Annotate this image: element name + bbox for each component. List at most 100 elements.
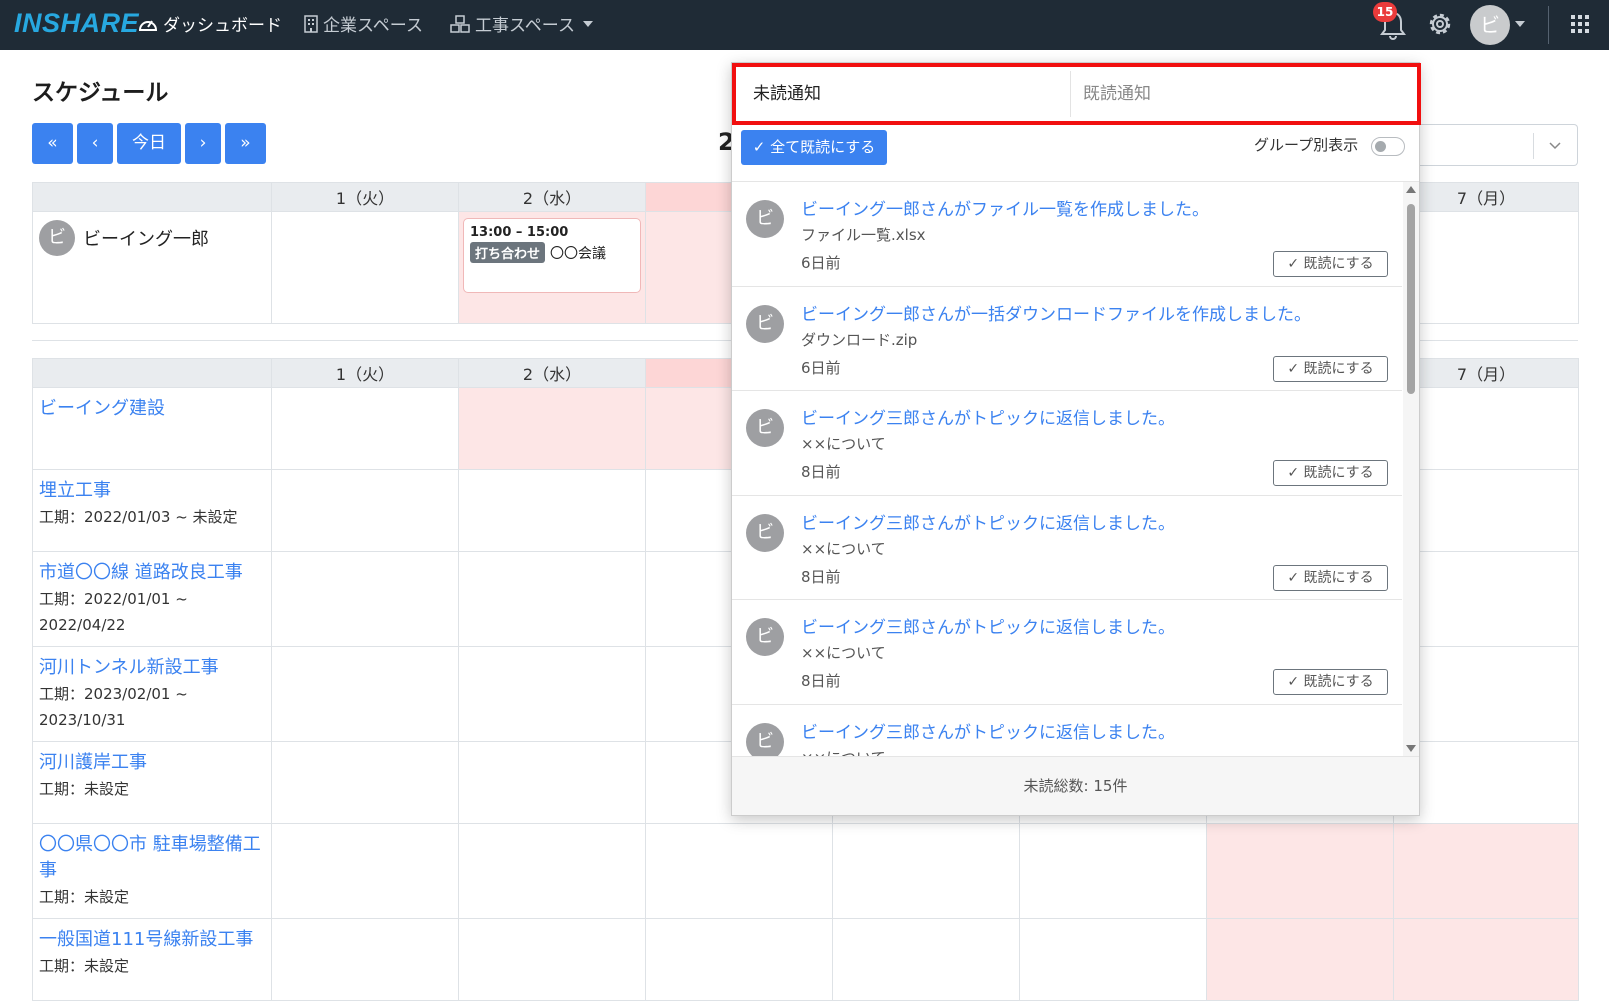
notification-time: 6日前: [801, 254, 841, 272]
notification-title-link[interactable]: ビーイング三郎さんがトピックに返信しました。: [801, 718, 1175, 743]
user-avatar[interactable]: ビ: [1470, 5, 1510, 45]
user-menu-chevron-icon[interactable]: [1515, 21, 1525, 27]
avatar: ビ: [746, 409, 784, 447]
chevron-down-icon: [1549, 142, 1561, 150]
boxes-icon: [450, 14, 470, 33]
notification-subject: ××について: [801, 539, 886, 558]
mark-read-button[interactable]: ✓ 既読にする: [1273, 669, 1388, 695]
check-icon: ✓: [1287, 569, 1300, 586]
gear-icon[interactable]: [1426, 10, 1454, 38]
notification-title-link[interactable]: ビーイング三郎さんがトピックに返信しました。: [801, 613, 1175, 638]
prev-button[interactable]: ‹: [77, 123, 113, 164]
avatar: ビ: [746, 304, 784, 343]
site-period: 工期：未設定: [39, 780, 130, 798]
scroll-down-arrow-icon[interactable]: [1406, 745, 1416, 752]
check-icon: ✓: [1287, 674, 1300, 690]
header-cell: 2（水）: [458, 358, 646, 388]
nav-construction-space[interactable]: 工事スペース: [450, 11, 593, 36]
header-cell: 7（月）: [1393, 358, 1579, 388]
mark-read-label: 既読にする: [1303, 360, 1374, 377]
table-row: 〇〇県〇〇市 駐車場整備工事 工期：未設定: [32, 823, 1579, 919]
building-icon: [304, 14, 318, 33]
site-cell: 一般国道111号線新設工事 工期：未設定: [32, 918, 272, 1001]
notification-title-link[interactable]: ビーイング三郎さんがトピックに返信しました。: [801, 404, 1175, 429]
mark-read-button[interactable]: ✓ 既読にする: [1273, 564, 1388, 591]
schedule-event[interactable]: 13:00 – 15:00 打ち合わせ 〇〇会議: [463, 218, 641, 293]
avatar: ビ: [746, 722, 784, 756]
site-link[interactable]: 一般国道111号線新設工事: [39, 927, 265, 953]
member-name-cell: ビ ビーイング一郎: [32, 211, 272, 324]
app-logo[interactable]: INSHARE: [14, 8, 139, 39]
event-line: 打ち合わせ 〇〇会議: [470, 242, 634, 263]
site-period: 工期：2023/02/01 ~ 2023/10/31: [39, 685, 188, 729]
notification-count-badge: 15: [1373, 2, 1397, 22]
apps-grid-icon[interactable]: [1571, 15, 1589, 33]
mark-read-button[interactable]: ✓ 既読にする: [1273, 460, 1388, 486]
notification-title-link[interactable]: ビーイング三郎さんがトピックに返信しました。: [801, 509, 1175, 534]
site-link[interactable]: 河川護岸工事: [39, 750, 265, 776]
group-toggle[interactable]: [1371, 137, 1405, 156]
scroll-thumb[interactable]: [1407, 204, 1415, 394]
scroll-up-arrow-icon[interactable]: [1406, 186, 1416, 193]
mark-read-label: 既読にする: [1303, 569, 1374, 586]
site-link[interactable]: 河川トンネル新設工事: [39, 655, 265, 681]
event-time: 13:00 – 15:00: [470, 225, 569, 240]
notification-title-link[interactable]: ビーイング一郎さんが一括ダウンロードファイルを作成しました。: [801, 300, 1311, 325]
tab-read[interactable]: 既読通知: [1070, 71, 1409, 117]
notification-subject: ××について: [801, 435, 886, 453]
select-divider: [1533, 133, 1534, 159]
first-button[interactable]: «: [32, 123, 73, 164]
next-button[interactable]: ›: [185, 123, 221, 164]
notification-subject: ××について: [801, 644, 886, 662]
check-icon: ✓: [1287, 360, 1300, 377]
header-cell: [32, 358, 272, 388]
mark-read-label: 既読にする: [1303, 465, 1374, 481]
header-cell: [32, 182, 272, 212]
mark-read-button[interactable]: ✓ 既読にする: [1273, 251, 1388, 277]
tab-unread[interactable]: 未読通知: [741, 71, 1069, 117]
nav-company-space[interactable]: 企業スペース: [304, 11, 423, 36]
site-cell: 市道〇〇線 道路改良工事 工期：2022/01/01 ~ 2022/04/22: [32, 551, 272, 647]
day-cell[interactable]: 13:00 – 15:00 打ち合わせ 〇〇会議: [458, 211, 646, 324]
notification-item: ビ ビーイング三郎さんがトピックに返信しました。 ××について: [732, 705, 1402, 756]
header-cell: 7（月）: [1393, 182, 1579, 212]
header-cell: 1（火）: [271, 182, 459, 212]
site-link[interactable]: 市道〇〇線 道路改良工事: [39, 560, 265, 586]
notification-subject: ファイル一覧.xlsx: [801, 226, 926, 244]
notification-title-link[interactable]: ビーイング一郎さんがファイル一覧を作成しました。: [801, 195, 1209, 220]
day-cell[interactable]: [1393, 211, 1579, 324]
site-period: 工期：未設定: [39, 957, 130, 975]
mark-all-read-button[interactable]: ✓ 全て既読にする: [741, 130, 887, 165]
nav-dashboard-label: ダッシュボード: [163, 16, 282, 36]
site-period: 工期：未設定: [39, 888, 130, 906]
view-select[interactable]: [1396, 124, 1578, 166]
top-navbar: INSHARE ダッシュボード 企業スペース 工事スペース 15 ビ: [0, 0, 1609, 50]
header-cell: 1（火）: [271, 358, 459, 388]
site-link[interactable]: 〇〇県〇〇市 駐車場整備工事: [39, 832, 265, 884]
site-link[interactable]: 埋立工事: [39, 478, 265, 504]
navbar-divider: [1548, 6, 1549, 44]
site-cell: ビーイング建設: [32, 387, 272, 470]
site-cell: 河川トンネル新設工事 工期：2023/02/01 ~ 2023/10/31: [32, 646, 272, 742]
unread-total: 未読総数: 15件: [732, 756, 1419, 815]
avatar: ビ: [39, 220, 75, 256]
toggle-knob: [1375, 141, 1386, 152]
mark-read-button[interactable]: ✓ 既読にする: [1273, 355, 1388, 382]
notification-item: ビ ビーイング三郎さんがトピックに返信しました。 ××について 8日前 ✓ 既読…: [732, 496, 1402, 600]
member-name: ビーイング一郎: [83, 229, 209, 250]
notification-subject: ダウンロード.zip: [801, 330, 918, 349]
avatar: ビ: [746, 200, 784, 238]
today-button[interactable]: 今日: [117, 123, 181, 164]
site-cell: 埋立工事 工期：2022/01/03 ~ 未設定: [32, 469, 272, 552]
notification-time: 8日前: [801, 567, 841, 586]
site-period: 工期：2022/01/01 ~ 2022/04/22: [39, 590, 188, 634]
last-button[interactable]: »: [225, 123, 266, 164]
group-toggle-label: グループ別表示: [1254, 136, 1359, 154]
notification-scrollbar[interactable]: [1403, 182, 1419, 756]
chevron-down-icon: [582, 20, 593, 27]
nav-dashboard[interactable]: ダッシュボード: [138, 11, 282, 36]
day-cell[interactable]: [271, 211, 459, 324]
site-link[interactable]: ビーイング建設: [39, 396, 265, 422]
notification-item: ビ ビーイング一郎さんが一括ダウンロードファイルを作成しました。 ダウンロード.…: [732, 287, 1402, 391]
nav-construction-space-label: 工事スペース: [475, 16, 575, 36]
